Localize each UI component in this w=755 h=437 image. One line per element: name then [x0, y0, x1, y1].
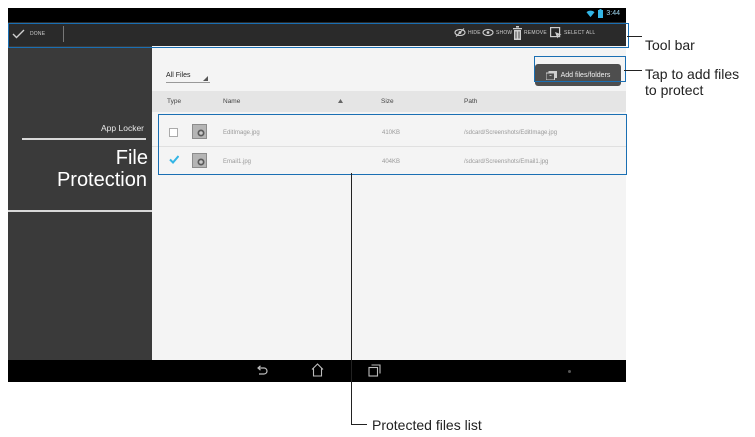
column-type[interactable]: Type [167, 98, 181, 105]
files-list-callout-horizontal [351, 424, 367, 425]
section-title-line2: Protection [56, 169, 147, 191]
table-header: Type Name Size Path [152, 91, 626, 112]
add-files-callout: Tap to add files to protect [645, 66, 739, 98]
status-bar: 3:44 [8, 8, 626, 22]
add-files-highlight-box [534, 56, 626, 82]
app-name: App Locker [101, 123, 144, 133]
add-files-callout-line [624, 70, 642, 71]
filter-label: All Files [166, 72, 191, 79]
recent-apps-icon[interactable] [368, 364, 381, 377]
add-files-callout-line2: to protect [645, 82, 704, 98]
status-time: 3:44 [606, 10, 620, 17]
files-list-callout-vertical [351, 173, 352, 425]
selection-underline [8, 210, 152, 212]
section-title: File Protection [57, 147, 148, 191]
toolbar-callout: Tool bar [645, 37, 695, 53]
back-icon[interactable] [256, 365, 268, 377]
sidebar: App Locker File Protection [8, 46, 152, 360]
column-path[interactable]: Path [464, 98, 477, 105]
column-size[interactable]: Size [381, 98, 394, 105]
wifi-icon [586, 10, 595, 17]
add-files-callout-line1: Tap to add files [645, 66, 740, 82]
navigation-bar [8, 360, 626, 382]
battery-icon [598, 9, 604, 18]
files-panel: All Files Add files/folders Type Name Si… [152, 46, 626, 360]
files-list-highlight-box [158, 114, 627, 175]
section-title-line1: File [115, 147, 148, 169]
dropdown-triangle-icon [203, 76, 208, 81]
toolbar-highlight-box [8, 23, 629, 48]
menu-dot-icon[interactable] [568, 370, 571, 373]
status-icons: 3:44 [586, 9, 620, 18]
sort-ascending-icon [338, 99, 343, 103]
toolbar-callout-line [627, 36, 642, 37]
files-list-callout: Protected files list [372, 417, 482, 433]
column-name[interactable]: Name [223, 98, 240, 105]
file-filter-dropdown[interactable]: All Files [166, 67, 210, 83]
sidebar-divider [22, 138, 146, 140]
home-icon[interactable] [311, 363, 324, 377]
